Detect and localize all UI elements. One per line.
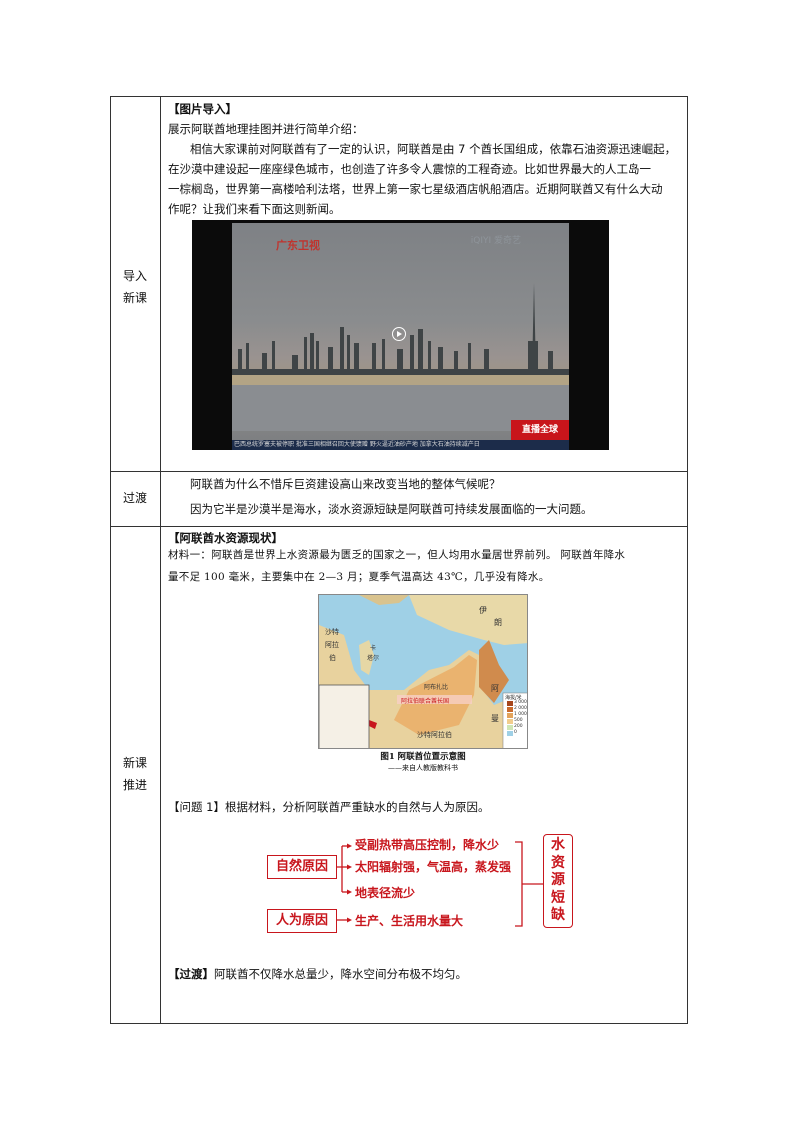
live-badge: 直播全球 [511,420,569,440]
cause-item: 地表径流少 [355,886,416,900]
transition-question: 阿联酋为什么不惜斥巨资建设高山来改变当地的整体气候呢？ [190,477,501,491]
news-ticker: 巴西总统罗塞夫被停职 批准三国相继召回大使馈赠 野火逼近油砂产地 加拿大石油持续… [232,440,569,450]
row-label-new: 新课 推进 [122,756,147,792]
uae-location-map: 伊 朗 沙特 阿拉 伯 卡 塔尔 阿布扎比 阿 曼 沙特阿拉伯 阿拉伯联合酋长国… [318,594,528,749]
map-caption: 图1 阿联酋位置示意图 [380,752,466,762]
play-icon[interactable] [392,327,406,341]
material-text: 量不足 100 毫米，主要集中在 2—3 月；夏季气温高达 43℃，几乎没有降水… [168,571,550,583]
intro-paragraph: 作呢？让我们来看下面这则新闻。 [168,202,341,216]
cause-item: 太阳辐射强，气温高，蒸发强 [355,860,512,874]
news-video-player[interactable]: 广东卫视 iQIYI 爱奇艺 巴西总统罗塞夫被停职 批准三国相继召回大使馈赠 野… [192,220,609,450]
water-shortage-box: 水资 源短 缺 [543,834,573,928]
cause-item: 受副热带高压控制，降水少 [355,838,500,852]
natural-cause-box: 自然原因 [267,855,337,879]
human-cause-item: 生产、生活用水量大 [355,914,464,928]
map-source: ——来自人教版教科书 [388,764,458,772]
row-label-transition: 过渡 [122,491,147,505]
material-text: 材料一：阿联酋是世界上水资源最为匮乏的国家之一，但人均用水量居世界前列。 阿联酋… [168,549,626,561]
column-divider [160,96,161,1024]
iqiyi-logo: iQIYI 爱奇艺 [470,236,521,246]
question-1: 【问题 1】根据材料，分析阿联酋严重缺水的自然与人为原因。 [168,800,490,814]
transition-note: 【过渡】阿联酋不仅降水总量少，降水空间分布极不均匀。 [168,967,467,981]
transition-answer: 因为它半是沙漠半是海水，淡水资源短缺是阿联酋可持续发展面临的一大问题。 [190,502,593,516]
human-cause-box: 人为原因 [267,909,337,933]
channel-logo: 广东卫视 [276,239,320,252]
row-label-intro: 导入 新课 [122,269,147,305]
